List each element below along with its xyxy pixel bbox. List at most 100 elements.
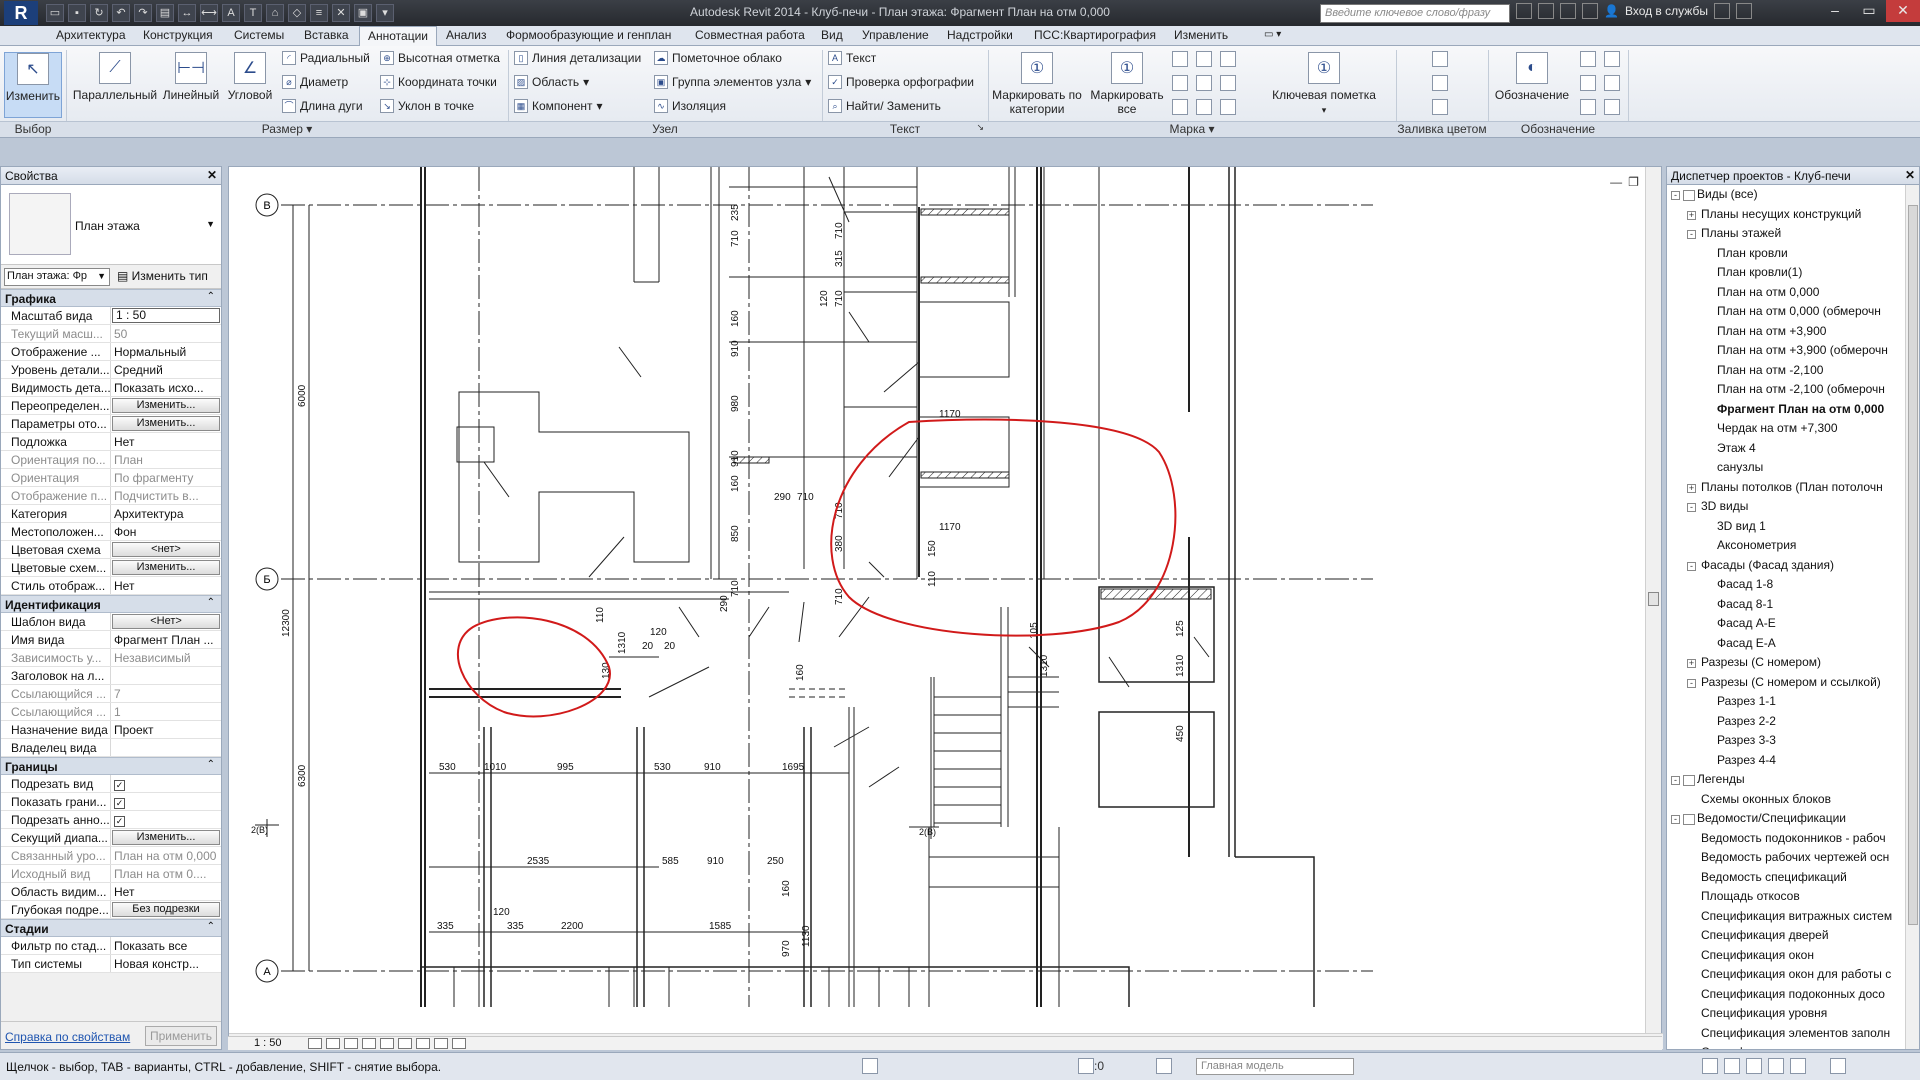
tab-pss-apartments[interactable]: ПСС:Квартирография	[1030, 28, 1160, 42]
checkbox-check-icon[interactable]: ✓	[114, 798, 125, 809]
collapse-icon[interactable]: ⌃	[207, 291, 215, 302]
tab-annotate[interactable]: Аннотации	[359, 26, 437, 46]
property-value[interactable]: Фон	[111, 523, 221, 540]
close-icon[interactable]: ✕	[207, 168, 217, 182]
browser-item[interactable]: Спецификация окон	[1701, 948, 1814, 962]
browser-item[interactable]: Ведомости/Спецификации	[1697, 811, 1846, 825]
browser-item[interactable]: Ведомость рабочих чертежей осн	[1701, 850, 1889, 864]
collapse-icon[interactable]: -	[1671, 191, 1680, 200]
chevron-down-icon[interactable]: ▼	[206, 219, 215, 229]
exchange-icon[interactable]	[1713, 3, 1730, 19]
property-section-header[interactable]: Идентификация ⌃	[1, 595, 221, 613]
sun-path-icon[interactable]	[344, 1038, 358, 1049]
select-group-label[interactable]: Выбор	[0, 121, 66, 137]
property-checkbox[interactable]: ✓	[111, 793, 221, 810]
property-section-header[interactable]: Графика ⌃	[1, 289, 221, 307]
room-tag-icon[interactable]	[1196, 75, 1212, 91]
browser-item[interactable]: Разрезы (С номером и ссылкой)	[1701, 675, 1881, 689]
browser-item[interactable]: План на отм +3,900 (обмерочн	[1717, 343, 1888, 357]
beam-symbol-icon[interactable]	[1604, 51, 1620, 67]
collapse-icon[interactable]: ⌃	[207, 921, 215, 932]
property-value[interactable]: Нет	[111, 883, 221, 900]
aligned-dimension-button[interactable]: ⟋ Параллельный	[70, 52, 160, 102]
view-vertical-scrollbar[interactable]	[1645, 167, 1661, 1035]
checkbox-check-icon[interactable]: ✓	[114, 780, 125, 791]
expand-icon[interactable]: +	[1687, 483, 1696, 493]
browser-item[interactable]: Аксонометрия	[1717, 538, 1796, 552]
property-value[interactable]: Нормальный	[111, 343, 221, 360]
property-checkbox[interactable]: ✓	[111, 811, 221, 828]
browser-item[interactable]: План на отм -2,100 (обмерочн	[1717, 382, 1885, 396]
browser-item[interactable]: Разрез 4-4	[1717, 753, 1776, 767]
symbol-button[interactable]: ◐ Обозначение	[1492, 52, 1572, 102]
angular-dimension-button[interactable]: ∠ Угловой	[222, 52, 278, 102]
tab-insert[interactable]: Вставка	[300, 28, 353, 42]
fabric-reinforcement-icon[interactable]	[1604, 99, 1620, 115]
browser-item[interactable]: санузлы	[1717, 460, 1763, 474]
property-value[interactable]: Показать все	[111, 937, 221, 954]
crop-view-icon[interactable]	[380, 1038, 394, 1049]
browser-item[interactable]: Спецификация элементов заполн	[1701, 1026, 1890, 1040]
temp-hide-icon[interactable]	[416, 1038, 430, 1049]
tab-massing-site[interactable]: Формообразующие и генплан	[502, 28, 675, 42]
close-button[interactable]: ✕	[1886, 0, 1920, 22]
browser-item[interactable]: Виды (все)	[1697, 187, 1758, 201]
section-icon[interactable]: ◇	[288, 4, 306, 22]
property-edit-button[interactable]: <Нет>	[112, 614, 220, 629]
property-edit-button[interactable]: Изменить...	[112, 398, 220, 413]
property-value[interactable]: Новая констр...	[111, 955, 221, 972]
grid-bubble-b[interactable]: Б	[255, 567, 279, 591]
property-value[interactable]: Проект	[111, 721, 221, 738]
keynote-button[interactable]: ① Ключевая пометка ▾	[1262, 52, 1386, 116]
detail-level-icon[interactable]	[308, 1038, 322, 1049]
tag-icon[interactable]: A	[222, 4, 240, 22]
browser-item[interactable]: План на отм 0,000 (обмерочн	[1717, 304, 1881, 318]
view-reference-icon[interactable]	[1172, 99, 1188, 115]
browser-item[interactable]: Площадь откосов	[1701, 889, 1800, 903]
browser-item[interactable]: План на отм 0,000	[1717, 285, 1819, 299]
diameter-dimension-button[interactable]: ⌀ Диаметр	[282, 75, 348, 89]
tab-view[interactable]: Вид	[817, 28, 847, 42]
browser-item[interactable]: Схемы оконных блоков	[1701, 792, 1831, 806]
browser-item[interactable]: Спецификация окон для работы с	[1701, 967, 1891, 981]
browser-item[interactable]: Планы этажей	[1701, 226, 1781, 240]
browser-item[interactable]: Фасады (Фасад здания)	[1701, 558, 1834, 572]
browser-item[interactable]: Фасад А-Е	[1717, 616, 1776, 630]
print-icon[interactable]: ▤	[156, 4, 174, 22]
show-crop-icon[interactable]	[398, 1038, 412, 1049]
property-edit-button[interactable]: <нет>	[112, 542, 220, 557]
close-hidden-icon[interactable]: ✕	[332, 4, 350, 22]
property-value[interactable]	[111, 667, 221, 684]
tab-addins[interactable]: Надстройки	[943, 28, 1017, 42]
redo-icon[interactable]: ↷	[134, 4, 152, 22]
analytical-model-icon[interactable]	[452, 1038, 466, 1049]
type-selector[interactable]: План этажа ▼	[1, 185, 221, 265]
sync-icon[interactable]: ↻	[90, 4, 108, 22]
qat-dropdown-icon[interactable]: ▾	[376, 4, 394, 22]
space-tag-icon[interactable]	[1220, 75, 1236, 91]
spot-coordinate-button[interactable]: ⊹ Координата точки	[380, 75, 497, 89]
region-button[interactable]: ▨ Область ▾	[514, 75, 589, 89]
detail-line-button[interactable]: ▯ Линия детализации	[514, 51, 641, 65]
color-fill-legend-icon[interactable]	[1432, 99, 1448, 115]
tab-analyze[interactable]: Анализ	[442, 28, 491, 42]
view-scale[interactable]: 1 : 50	[254, 1037, 282, 1049]
property-value[interactable]	[111, 739, 221, 756]
browser-scroll-thumb[interactable]	[1908, 205, 1918, 925]
apply-button[interactable]: Применить	[145, 1026, 217, 1046]
multi-category-tag-icon[interactable]	[1196, 51, 1212, 67]
minimize-button[interactable]: –	[1818, 0, 1852, 22]
property-value[interactable]: Нет	[111, 577, 221, 594]
area-reinforcement-icon[interactable]	[1604, 75, 1620, 91]
component-button[interactable]: ▦ Компонент ▾	[514, 99, 603, 113]
switch-windows-icon[interactable]: ▣	[354, 4, 372, 22]
pipe-legend-icon[interactable]	[1432, 75, 1448, 91]
tag-by-category-button[interactable]: ① Маркировать по категории	[990, 52, 1084, 116]
browser-item[interactable]: План кровли(1)	[1717, 265, 1802, 279]
radial-dimension-button[interactable]: ◜ Радиальный	[282, 51, 370, 65]
material-tag-icon[interactable]	[1220, 51, 1236, 67]
duct-legend-icon[interactable]	[1432, 51, 1448, 67]
tab-systems[interactable]: Системы	[230, 28, 288, 42]
browser-item[interactable]: Разрез 2-2	[1717, 714, 1776, 728]
browser-item[interactable]: План на отм -2,100	[1717, 363, 1823, 377]
